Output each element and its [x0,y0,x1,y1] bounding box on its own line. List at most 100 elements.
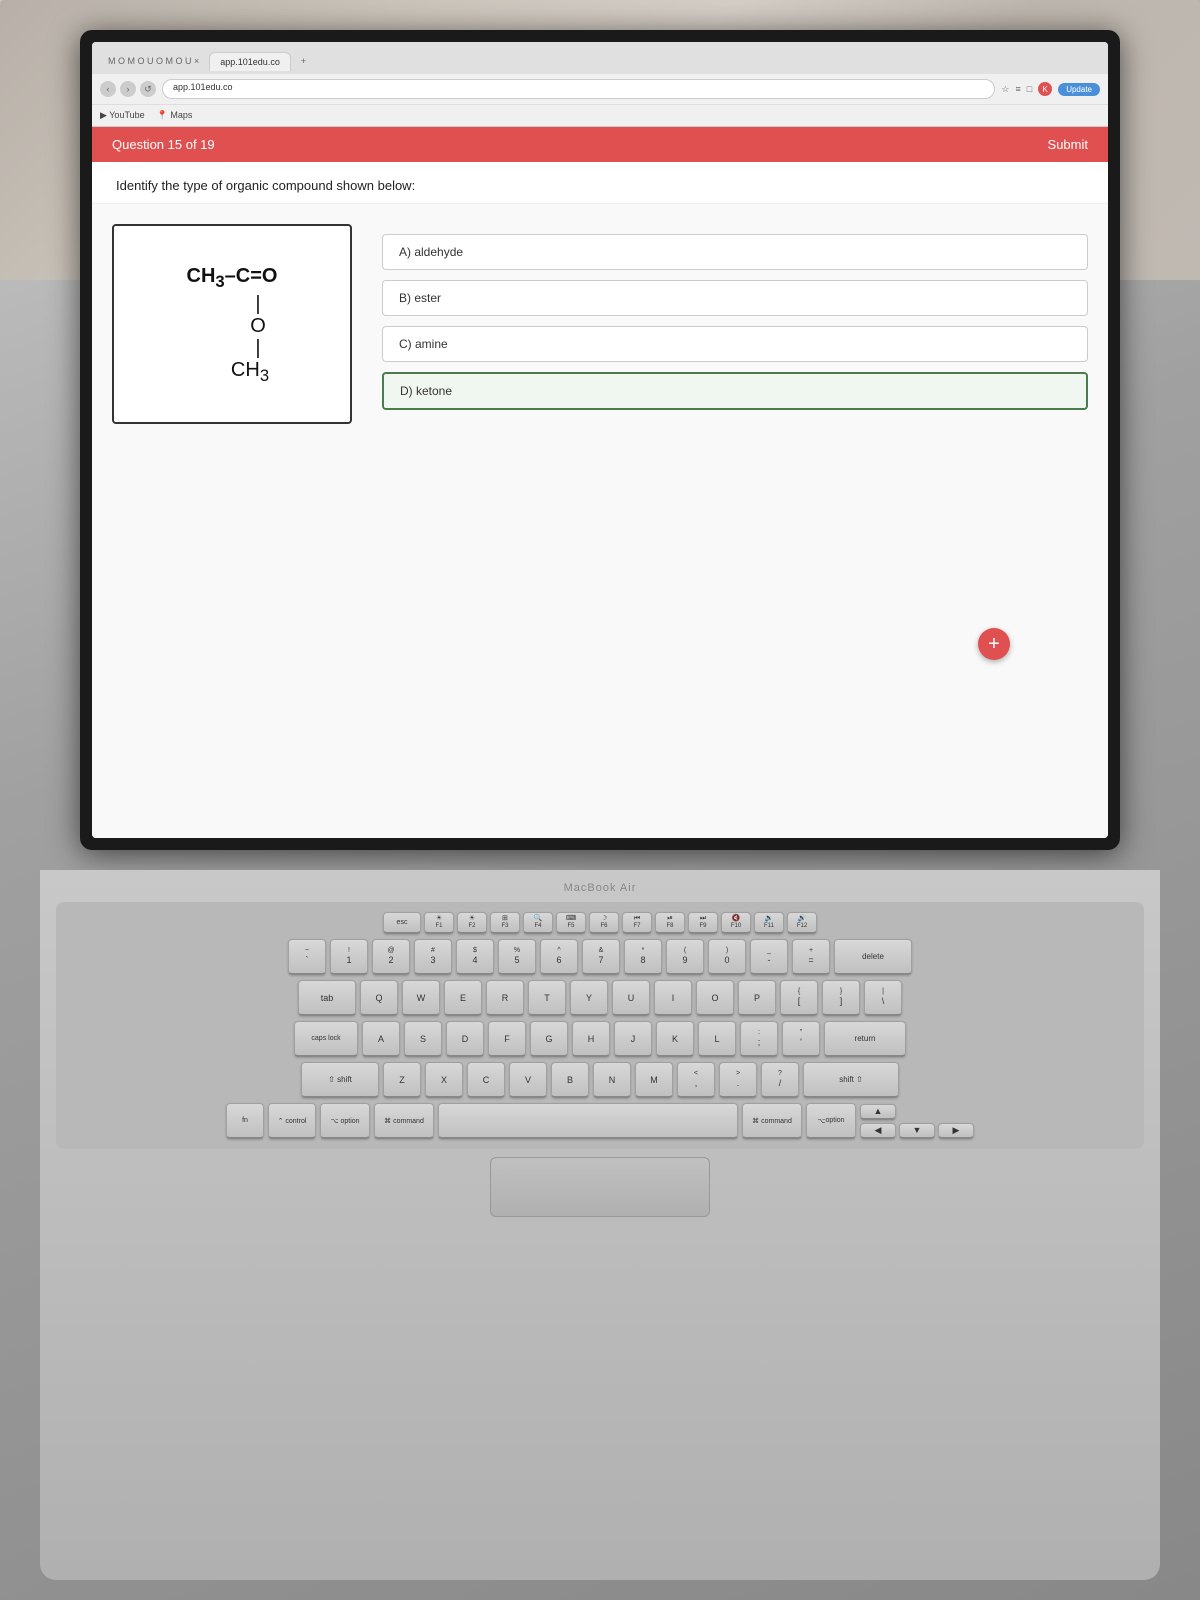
key-m[interactable]: M [635,1062,673,1098]
answer-option-a[interactable]: A) aldehyde [382,234,1088,270]
key-2[interactable]: @2 [372,939,410,975]
key-i[interactable]: I [654,980,692,1016]
keyboard-section: MacBook Air esc ☀F1 ☀F2 ⊞F3 🔍F4 ⌨F5 ☽F6 … [40,870,1160,1580]
key-shift-right[interactable]: shift ⇧ [803,1062,899,1098]
key-fn[interactable]: fn [226,1103,264,1139]
bookmark-maps[interactable]: 📍 Maps [157,110,193,121]
update-button[interactable]: Update [1058,83,1100,96]
key-f8[interactable]: ⏯F8 [655,912,685,934]
key-w[interactable]: W [402,980,440,1016]
key-c[interactable]: C [467,1062,505,1098]
key-caps-lock[interactable]: caps lock [294,1021,358,1057]
key-backslash[interactable]: |\ [864,980,902,1016]
key-0[interactable]: )0 [708,939,746,975]
key-arrow-up[interactable]: ▲ [860,1104,896,1120]
key-minus[interactable]: _- [750,939,788,975]
tab-inactive[interactable]: M O M O U O M O U × [100,52,207,70]
submit-button[interactable]: Submit [1048,137,1088,152]
key-p[interactable]: P [738,980,776,1016]
key-command-right[interactable]: ⌘ command [742,1103,802,1139]
key-f11[interactable]: 🔉F11 [754,912,784,934]
key-f12[interactable]: 🔊F12 [787,912,817,934]
key-comma[interactable]: <, [677,1062,715,1098]
key-z[interactable]: Z [383,1062,421,1098]
key-y[interactable]: Y [570,980,608,1016]
key-j[interactable]: J [614,1021,652,1057]
key-f3[interactable]: ⊞F3 [490,912,520,934]
share-icon[interactable]: □ [1027,84,1032,94]
key-slash[interactable]: ?/ [761,1062,799,1098]
key-f6[interactable]: ☽F6 [589,912,619,934]
reader-icon[interactable]: ≡ [1016,84,1021,94]
tab-active[interactable]: app.101edu.co [209,52,291,71]
key-bracket-open[interactable]: {[ [780,980,818,1016]
key-f[interactable]: F [488,1021,526,1057]
address-input[interactable]: app.101edu.co [162,79,995,99]
key-option-left[interactable]: ⌥ option [320,1103,370,1139]
answer-option-b[interactable]: B) ester [382,280,1088,316]
key-3[interactable]: #3 [414,939,452,975]
key-f1[interactable]: ☀F1 [424,912,454,934]
key-arrow-left[interactable]: ◀ [860,1123,896,1139]
key-shift-left[interactable]: ⇧ shift [301,1062,379,1098]
key-command-left[interactable]: ⌘ command [374,1103,434,1139]
bookmark-youtube[interactable]: ▶ YouTube [100,110,145,121]
key-return[interactable]: return [824,1021,906,1057]
key-6[interactable]: ^6 [540,939,578,975]
key-r[interactable]: R [486,980,524,1016]
plus-button[interactable]: + [978,628,1010,660]
compound-box: CH3–C=O | O | CH3 [112,224,352,424]
key-k[interactable]: K [656,1021,694,1057]
star-icon[interactable]: ☆ [1001,84,1009,95]
key-control-left[interactable]: ⌃ control [268,1103,316,1139]
key-f4[interactable]: 🔍F4 [523,912,553,934]
key-backtick[interactable]: ~` [288,939,326,975]
back-button[interactable]: ‹ [100,81,116,97]
key-semicolon[interactable]: :; [740,1021,778,1057]
key-8[interactable]: *8 [624,939,662,975]
key-arrow-right[interactable]: ▶ [938,1123,974,1139]
key-f9[interactable]: ⏭F9 [688,912,718,934]
key-1[interactable]: !1 [330,939,368,975]
key-bracket-close[interactable]: }] [822,980,860,1016]
key-7[interactable]: &7 [582,939,620,975]
key-s[interactable]: S [404,1021,442,1057]
key-f5[interactable]: ⌨F5 [556,912,586,934]
new-tab-button[interactable]: + [293,52,314,70]
key-option-right[interactable]: ⌥ option [806,1103,856,1139]
key-l[interactable]: L [698,1021,736,1057]
key-f2[interactable]: ☀F2 [457,912,487,934]
key-d[interactable]: D [446,1021,484,1057]
key-5[interactable]: %5 [498,939,536,975]
forward-button[interactable]: › [120,81,136,97]
key-equals[interactable]: += [792,939,830,975]
key-space[interactable] [438,1103,738,1139]
key-q[interactable]: Q [360,980,398,1016]
answer-option-d[interactable]: D) ketone [382,372,1088,410]
key-x[interactable]: X [425,1062,463,1098]
key-arrow-down[interactable]: ▼ [899,1123,935,1139]
key-tab[interactable]: tab [298,980,356,1016]
key-o[interactable]: O [696,980,734,1016]
key-quote[interactable]: "' [782,1021,820,1057]
key-g[interactable]: G [530,1021,568,1057]
touchpad[interactable] [490,1157,710,1217]
key-e[interactable]: E [444,980,482,1016]
key-v[interactable]: V [509,1062,547,1098]
answer-option-c[interactable]: C) amine [382,326,1088,362]
key-period[interactable]: >. [719,1062,757,1098]
key-delete[interactable]: delete [834,939,912,975]
key-u[interactable]: U [612,980,650,1016]
key-f10[interactable]: 🔇F10 [721,912,751,934]
key-esc[interactable]: esc [383,912,421,934]
key-h[interactable]: H [572,1021,610,1057]
profile-icon[interactable]: K [1038,82,1052,96]
reload-button[interactable]: ↺ [140,81,156,97]
key-t[interactable]: T [528,980,566,1016]
key-n[interactable]: N [593,1062,631,1098]
key-9[interactable]: (9 [666,939,704,975]
key-a[interactable]: A [362,1021,400,1057]
key-f7[interactable]: ⏮F7 [622,912,652,934]
key-4[interactable]: $4 [456,939,494,975]
key-b[interactable]: B [551,1062,589,1098]
